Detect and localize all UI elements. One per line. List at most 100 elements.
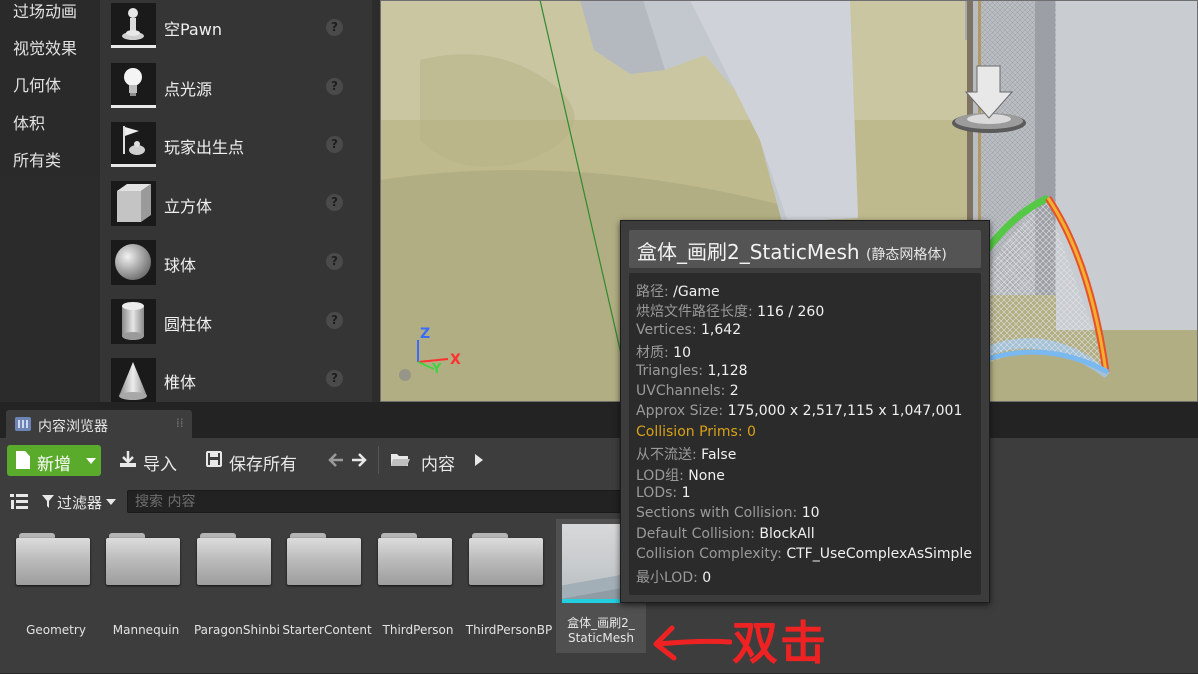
chevron-down-icon xyxy=(86,458,96,464)
folder-thirdpersonbp[interactable]: ThirdPersonBP xyxy=(464,519,554,647)
actor-label: 椎体 xyxy=(164,373,197,392)
actor-item-sphere[interactable]: 球体 ? xyxy=(100,236,355,295)
content-browser-tab-strip: 内容浏览器 ⁞⁞ xyxy=(0,402,1198,439)
tab-menu-icon[interactable]: ⁞⁞ xyxy=(176,416,184,430)
tooltip-row-value: BlockAll xyxy=(759,525,815,542)
actor-item-cylinder[interactable]: 圆柱体 ? xyxy=(100,295,355,354)
cone-icon xyxy=(111,358,156,403)
tooltip-row: 路径: /Game xyxy=(636,281,720,301)
tooltip-row-value: 1 xyxy=(681,485,691,501)
help-icon[interactable]: ? xyxy=(326,136,343,153)
player-start-icon xyxy=(111,122,156,167)
toolbar-divider xyxy=(378,446,379,474)
folder-icon xyxy=(16,533,90,585)
tooltip-row: 烘焙文件路径长度: 116 / 260 xyxy=(636,301,824,321)
folder-icon xyxy=(378,533,452,585)
tooltip-row: Triangles: 1,128 xyxy=(636,363,748,379)
help-icon[interactable]: ? xyxy=(326,253,343,270)
tooltip-row-key: 烘焙文件路径长度: xyxy=(636,304,753,321)
filter-row: 过滤器 xyxy=(0,483,1198,519)
asset-name-line1: 盒体_画刷2_ xyxy=(567,616,635,630)
point-light-icon xyxy=(111,63,156,108)
help-icon[interactable]: ? xyxy=(326,370,343,387)
tooltip-row: Approx Size: 175,000 x 2,517,115 x 1,047… xyxy=(636,403,962,419)
folder-name: Mannequin xyxy=(112,623,180,637)
tooltip-row-value: 0 xyxy=(747,423,756,440)
actor-item-player-start[interactable]: 玩家出生点 ? xyxy=(100,118,355,177)
folder-icon xyxy=(287,533,361,585)
actor-item-point-light[interactable]: 点光源 ? xyxy=(100,59,355,118)
chevron-right-icon[interactable] xyxy=(474,454,484,466)
annotation-text: 双击 xyxy=(732,616,828,670)
asset-name: 盒体_画刷2_ StaticMesh xyxy=(556,616,646,646)
tooltip-row: LOD组: None xyxy=(636,465,725,485)
category-geometry[interactable]: 几何体 xyxy=(13,72,61,96)
actor-label: 圆柱体 xyxy=(164,315,213,334)
actor-label: 空Pawn xyxy=(164,20,222,39)
tooltip-row-value: /Game xyxy=(673,284,720,300)
content-browser-toolbar: 新增 导入 保存所有 内容 xyxy=(0,438,1198,483)
actor-item-cube[interactable]: 立方体 ? xyxy=(100,177,355,236)
search-input[interactable] xyxy=(128,491,626,512)
folder-startercontent[interactable]: StarterContent xyxy=(282,519,372,647)
axis-z-label: Z xyxy=(420,326,431,342)
tooltip-header: 盒体_画刷2_StaticMesh (静态网格体) xyxy=(629,230,981,268)
category-visual-effects[interactable]: 视觉效果 xyxy=(13,35,77,59)
tooltip-row-key: Approx Size: xyxy=(636,403,724,420)
help-icon[interactable]: ? xyxy=(326,19,343,36)
tooltip-asset-type: (静态网格体) xyxy=(865,247,947,263)
tooltip-row-key: UVChannels: xyxy=(636,383,726,399)
arrow-left-icon xyxy=(653,625,732,661)
actor-label: 玩家出生点 xyxy=(164,138,245,157)
back-arrow-icon[interactable] xyxy=(328,452,344,468)
folder-paragonshinbi[interactable]: ParagonShinbi xyxy=(192,519,282,647)
forward-arrow-icon[interactable] xyxy=(351,452,367,468)
axis-x-label: X xyxy=(450,352,461,368)
tooltip-row-value: 10 xyxy=(673,345,691,362)
actor-item-empty-pawn[interactable]: 空Pawn ? xyxy=(100,0,355,59)
add-new-button[interactable]: 新增 xyxy=(7,445,101,476)
sphere-icon xyxy=(111,240,156,285)
tooltip-row-key: 从不流送: xyxy=(636,447,697,464)
tooltip-row: 最小LOD: 0 xyxy=(636,567,711,587)
help-icon[interactable]: ? xyxy=(326,194,343,211)
folder-geometry[interactable]: Geometry xyxy=(11,519,101,647)
tooltip-row-key: Collision Complexity: xyxy=(636,546,782,563)
tooltip-row: Collision Prims: 0 xyxy=(636,424,756,440)
filters-label: 过滤器 xyxy=(57,494,103,512)
folder-thirdperson[interactable]: ThirdPerson xyxy=(373,519,463,647)
tooltip-row-value: 1,642 xyxy=(701,321,742,338)
folder-name: ParagonShinbi xyxy=(193,623,280,637)
download-icon xyxy=(120,451,136,467)
help-icon[interactable]: ? xyxy=(326,312,343,329)
filter-icon xyxy=(42,495,54,508)
help-icon[interactable]: ? xyxy=(326,78,343,95)
tooltip-asset-name: 盒体_画刷2_StaticMesh xyxy=(637,240,860,264)
tooltip-row-key: 路径: xyxy=(636,284,669,300)
category-all-classes[interactable]: 所有类 xyxy=(13,147,61,171)
category-cinematic[interactable]: 过场动画 xyxy=(13,0,77,22)
tooltip-row: 从不流送: False xyxy=(636,444,736,464)
tooltip-row-value: 10 xyxy=(801,505,820,522)
tab-content-browser[interactable]: 内容浏览器 ⁞⁞ xyxy=(6,410,192,439)
tooltip-row: Vertices: 1,642 xyxy=(636,322,741,338)
tooltip-row-value: 0 xyxy=(702,569,712,586)
tooltip-row: Default Collision: BlockAll xyxy=(636,526,815,542)
tooltip-row-value: False xyxy=(701,447,737,464)
folder-name: ThirdPerson xyxy=(382,623,454,637)
annotation: 双击 xyxy=(652,614,862,674)
tooltip-row: Sections with Collision: 10 xyxy=(636,505,820,521)
category-volumes[interactable]: 体积 xyxy=(13,110,45,134)
import-label: 导入 xyxy=(143,455,177,475)
breadcrumb-content[interactable]: 内容 xyxy=(421,450,455,475)
panel-divider[interactable] xyxy=(372,0,380,402)
folder-mannequin[interactable]: Mannequin xyxy=(101,519,191,647)
search-box[interactable] xyxy=(127,490,627,513)
sources-panel-toggle-icon[interactable] xyxy=(9,492,31,512)
tooltip-row-value: 116 / 260 xyxy=(757,304,825,321)
tooltip-row-key: LODs: xyxy=(636,485,678,501)
folder-icon xyxy=(469,533,543,585)
save-all-label: 保存所有 xyxy=(229,455,297,475)
cube-icon xyxy=(111,181,156,226)
asset-tooltip: 盒体_画刷2_StaticMesh (静态网格体) 路径: /Game 烘焙文件路… xyxy=(620,220,990,603)
